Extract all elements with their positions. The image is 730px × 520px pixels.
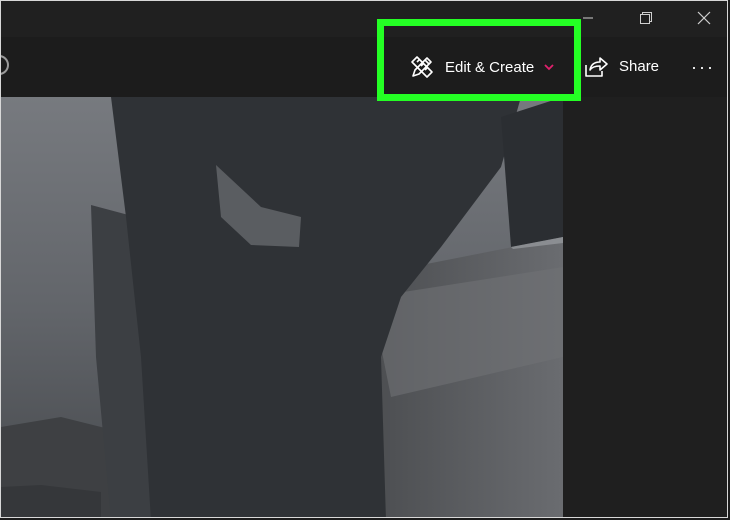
photos-app-window: Edit & Create Share ··· [0,0,728,518]
minimize-icon [583,17,593,19]
side-panel [563,97,727,517]
share-button[interactable]: Share [583,52,659,80]
close-icon [697,11,711,25]
pencil-ruler-icon [411,56,433,78]
more-icon: ··· [691,56,715,77]
chevron-down-icon [544,63,554,71]
title-bar [1,1,727,37]
share-label: Share [619,57,660,75]
photo-content [1,97,563,517]
edit-create-label: Edit & Create [445,58,535,76]
close-button[interactable] [681,1,727,35]
restore-button[interactable] [623,1,669,35]
edit-create-button[interactable]: Edit & Create [409,53,554,81]
minimize-button[interactable] [565,1,611,35]
share-icon [585,57,608,77]
photo-viewer-image [1,97,563,517]
partial-circle-icon[interactable] [1,55,9,75]
restore-icon [640,12,652,24]
more-options-button[interactable]: ··· [689,53,717,81]
